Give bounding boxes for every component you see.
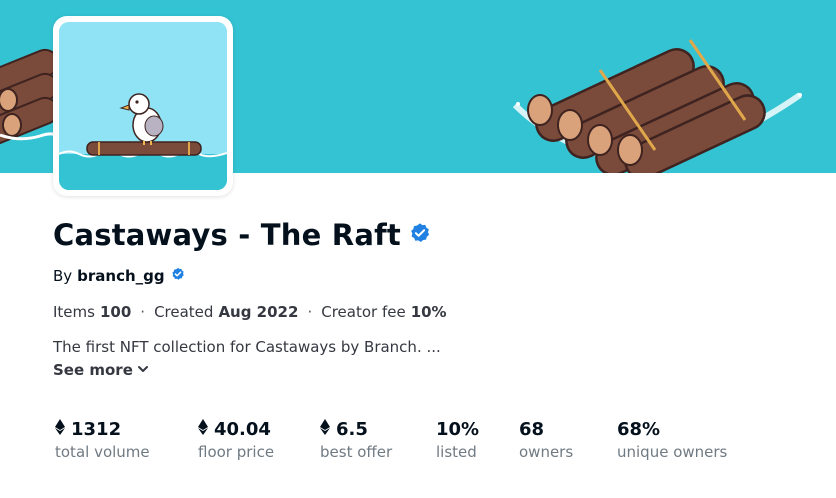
meta-separator: · [140, 303, 146, 321]
items-value: 100 [99, 303, 132, 321]
collection-description: The first NFT collection for Castaways b… [53, 338, 441, 356]
stat-floor-price[interactable]: 40.04 floor price [198, 417, 274, 461]
creator-row: By branch_gg [53, 265, 185, 287]
collection-avatar[interactable] [53, 16, 233, 196]
collection-title: Castaways - The Raft [53, 218, 401, 252]
stat-label: unique owners [617, 443, 728, 461]
stat-total-volume[interactable]: 1312 total volume [55, 417, 150, 461]
created-label: Created [154, 303, 214, 321]
see-more-label: See more [53, 361, 133, 379]
creator-fee-label: Creator fee [321, 303, 406, 321]
stat-label: best offer [320, 443, 393, 461]
stat-value: 1312 [71, 418, 122, 440]
avatar-image [59, 22, 227, 190]
chevron-down-icon [133, 361, 149, 379]
right-raft-image [512, 39, 802, 173]
seagull-raft-image [59, 22, 227, 190]
collection-meta: Items 100 · Created Aug 2022 · Creator f… [53, 301, 447, 323]
title-row: Castaways - The Raft [53, 214, 431, 256]
ethereum-icon [55, 418, 65, 440]
by-label: By [53, 267, 73, 285]
creator-link[interactable]: branch_gg [77, 267, 164, 285]
stat-value: 10% [436, 418, 480, 440]
see-more-button[interactable]: See more [53, 361, 149, 379]
ethereum-icon [198, 418, 208, 440]
stat-value: 40.04 [214, 418, 271, 440]
created-value: Aug 2022 [218, 303, 299, 321]
stat-value: 68% [617, 418, 661, 440]
creator-fee-value: 10% [410, 303, 447, 321]
verified-badge-icon [409, 222, 431, 248]
stat-label: listed [436, 443, 477, 461]
stat-value: 6.5 [336, 418, 368, 440]
stat-value: 68 [519, 418, 545, 440]
stat-label: total volume [55, 443, 150, 461]
stat-listed[interactable]: 10% listed [436, 417, 480, 462]
stat-unique-owners[interactable]: 68% unique owners [617, 417, 728, 462]
creator-verified-icon [171, 267, 185, 285]
stat-label: owners [519, 443, 574, 461]
items-label: Items [53, 303, 95, 321]
stat-best-offer[interactable]: 6.5 best offer [320, 417, 392, 461]
stat-label: floor price [198, 443, 275, 461]
ethereum-icon [320, 418, 330, 440]
meta-separator: · [307, 303, 313, 321]
stat-owners[interactable]: 68 owners [519, 417, 574, 462]
